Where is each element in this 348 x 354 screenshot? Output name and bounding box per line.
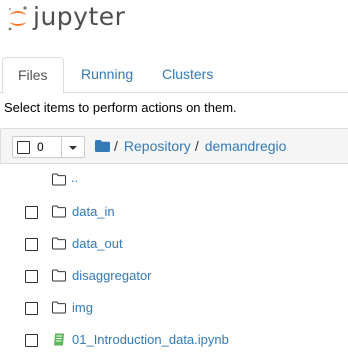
jupyter-logo-icon <box>8 6 27 31</box>
folder-icon <box>52 269 66 282</box>
breadcrumb-separator: / <box>114 138 118 154</box>
item-name[interactable]: data_out <box>72 236 123 251</box>
folder-icon <box>52 173 66 186</box>
tab-bar: Files Running Clusters <box>0 57 348 94</box>
home-folder-icon[interactable] <box>95 140 110 152</box>
item-name[interactable]: .. <box>71 170 78 185</box>
list-item[interactable]: data_out <box>0 228 348 260</box>
breadcrumb: / Repository / demandregio <box>95 138 286 154</box>
item-checkbox[interactable] <box>25 238 38 251</box>
file-list-header: 0 / Repository / demandregio <box>0 128 348 164</box>
item-name[interactable]: data_in <box>72 204 115 219</box>
folder-icon <box>52 205 66 218</box>
list-item[interactable]: img <box>0 292 348 324</box>
list-item[interactable]: data_in <box>0 196 348 228</box>
item-checkbox[interactable] <box>25 270 38 283</box>
selected-count: 0 <box>37 140 44 154</box>
folder-icon <box>52 301 66 314</box>
breadcrumb-repository[interactable]: Repository <box>124 138 191 154</box>
select-all-group: 0 <box>12 136 85 158</box>
select-all-control[interactable]: 0 <box>12 136 62 158</box>
item-checkbox[interactable] <box>25 334 38 347</box>
breadcrumb-demandregio[interactable]: demandregio <box>205 138 287 154</box>
selection-hint: Select items to perform actions on them. <box>4 100 237 115</box>
item-checkbox[interactable] <box>25 302 38 315</box>
item-name[interactable]: disaggregator <box>72 268 152 283</box>
caret-down-icon <box>69 146 77 150</box>
list-item[interactable]: 01_Introduction_data.ipynb <box>0 324 348 354</box>
list-item-parent[interactable]: .. <box>0 164 348 196</box>
item-name[interactable]: 01_Introduction_data.ipynb <box>72 332 229 347</box>
tab-files[interactable]: Files <box>2 57 64 94</box>
tab-running[interactable]: Running <box>66 57 148 93</box>
list-item[interactable]: disaggregator <box>0 260 348 292</box>
notebook-icon <box>54 333 64 346</box>
app-name: jupyter <box>33 2 126 31</box>
jupyter-logo[interactable]: jupyter <box>6 2 126 33</box>
select-all-checkbox[interactable] <box>17 140 30 154</box>
folder-icon <box>52 237 66 250</box>
item-checkbox[interactable] <box>25 206 38 219</box>
select-dropdown-button[interactable] <box>62 136 85 158</box>
tab-clusters[interactable]: Clusters <box>147 57 228 93</box>
file-list: 0 / Repository / demandregio .. data_in <box>0 128 348 354</box>
header: jupyter <box>0 0 348 50</box>
item-name[interactable]: img <box>72 300 93 315</box>
breadcrumb-separator: / <box>194 138 199 154</box>
